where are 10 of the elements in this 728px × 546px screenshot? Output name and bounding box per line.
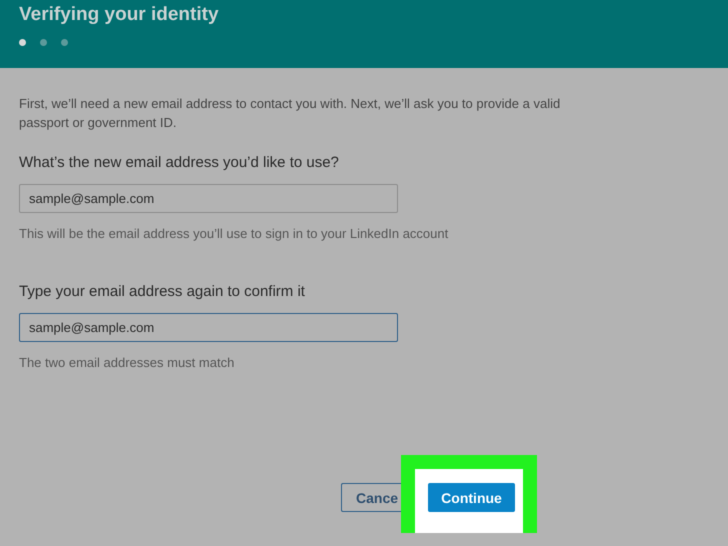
field-hint: This will be the email address you’ll use to sign in to your LinkedIn account xyxy=(19,226,450,241)
continue-button[interactable]: Continue xyxy=(428,483,515,512)
cancel-button[interactable]: Cance xyxy=(341,483,401,512)
email-field[interactable]: sample@sample.com xyxy=(19,313,398,342)
field-hint: The two email addresses must match xyxy=(19,355,236,370)
field-label: Type your email address again to confirm it xyxy=(19,283,306,300)
page-title: Verifying your identity xyxy=(19,4,220,26)
field-label: What’s the new email address you’d like to use? xyxy=(19,154,340,171)
email-field[interactable]: sample@sample.com xyxy=(19,184,398,213)
intro-text: First, we’ll need a new email address to contact you with. Next, we’ll ask you to provide a valid passport or government ID. xyxy=(19,95,562,132)
